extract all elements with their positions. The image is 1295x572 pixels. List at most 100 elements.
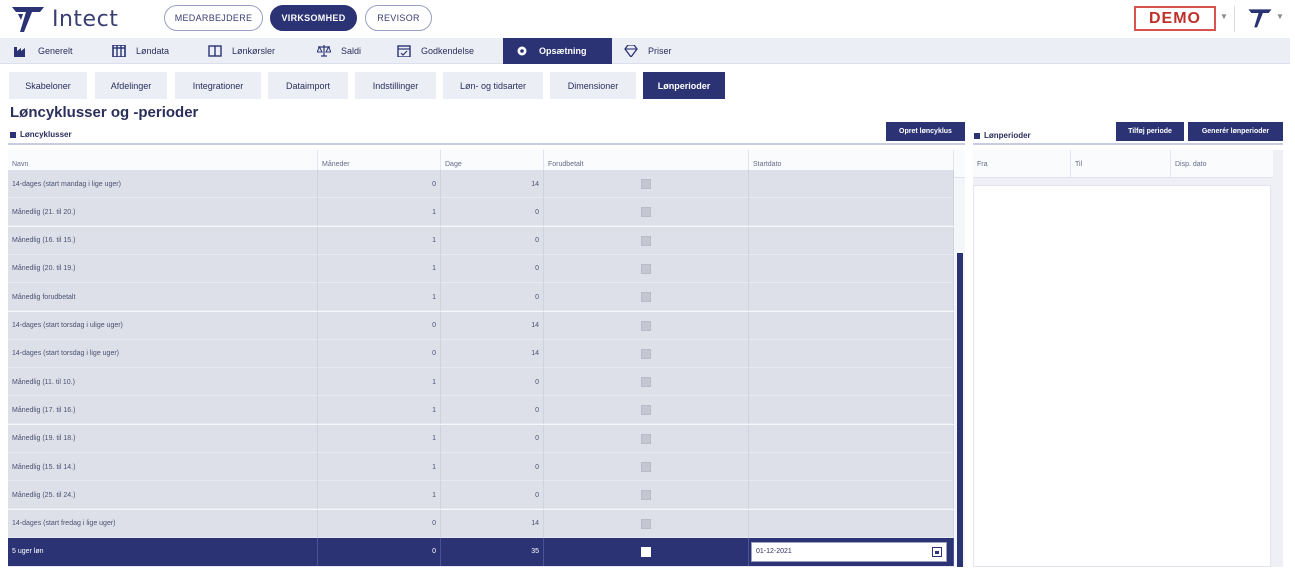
table-row[interactable]: 14-dages (start torsdag i ulige uger) 0 14: [8, 311, 954, 340]
column-header-disp-dato[interactable]: Disp. dato: [1171, 150, 1273, 178]
prepaid-checkbox[interactable]: [641, 405, 651, 416]
tab-loen-og-tidsarter[interactable]: Løn- og tidsarter: [443, 72, 543, 99]
cell-startdato[interactable]: [749, 311, 954, 340]
cell-forudbetalt[interactable]: [544, 339, 749, 368]
cell-dage[interactable]: 0: [441, 368, 544, 397]
table-row-selected[interactable]: 5 uger løn 0 35 01-12-2021: [8, 537, 954, 567]
cell-navn[interactable]: Månedlig (20. til 19.): [8, 254, 318, 283]
cell-startdato[interactable]: [749, 396, 954, 425]
cell-forudbetalt[interactable]: [544, 481, 749, 510]
prepaid-checkbox[interactable]: [641, 377, 651, 388]
nav-generelt[interactable]: Generelt: [14, 38, 73, 64]
prepaid-checkbox[interactable]: [641, 518, 651, 529]
cell-dage[interactable]: 0: [441, 396, 544, 425]
cell-navn[interactable]: 14-dages (start fredag i lige uger): [8, 509, 318, 538]
nav-saldi[interactable]: Saldi: [317, 38, 361, 64]
table-row[interactable]: Månedlig (11. til 10.) 1 0: [8, 368, 954, 397]
cell-forudbetalt[interactable]: [544, 198, 749, 227]
cell-navn[interactable]: Månedlig (17. til 16.): [8, 396, 318, 425]
cell-navn[interactable]: Månedlig (11. til 10.): [8, 368, 318, 397]
cell-maaneder[interactable]: 1: [318, 198, 441, 227]
table-row[interactable]: Månedlig (20. til 19.) 1 0: [8, 254, 954, 283]
cell-navn[interactable]: Månedlig forudbetalt: [8, 283, 318, 312]
cell-startdato[interactable]: [749, 198, 954, 227]
cell-navn[interactable]: Månedlig (25. til 24.): [8, 481, 318, 510]
nav-loendata[interactable]: Løndata: [112, 38, 169, 64]
role-revisor-button[interactable]: REVISOR: [365, 5, 432, 31]
prepaid-checkbox[interactable]: [641, 433, 651, 444]
cell-startdato[interactable]: [749, 481, 954, 510]
cell-forudbetalt[interactable]: [544, 226, 749, 255]
tab-dataimport[interactable]: Dataimport: [268, 72, 348, 99]
prepaid-checkbox[interactable]: [641, 292, 651, 303]
grid-scrollbar[interactable]: [957, 253, 963, 567]
cell-navn[interactable]: Månedlig (15. til 14.): [8, 453, 318, 481]
cell-dage[interactable]: 14: [441, 170, 544, 198]
tab-dimensioner[interactable]: Dimensioner: [550, 72, 636, 99]
user-menu-chevron-icon[interactable]: ▼: [1276, 12, 1284, 21]
cell-startdato[interactable]: [749, 368, 954, 397]
demo-badge[interactable]: DEMO: [1134, 6, 1216, 31]
cell-startdato[interactable]: [749, 226, 954, 255]
cell-dage[interactable]: 14: [441, 311, 544, 340]
cell-startdato[interactable]: [749, 170, 954, 198]
cell-navn[interactable]: 14-dages (start mandag i lige uger): [8, 170, 318, 198]
cell-forudbetalt[interactable]: [544, 283, 749, 312]
cell-startdato[interactable]: [749, 509, 954, 538]
cell-maaneder[interactable]: 1: [318, 424, 441, 453]
app-logo[interactable]: Intect: [10, 4, 118, 34]
cell-forudbetalt[interactable]: [544, 254, 749, 283]
cell-dage[interactable]: 14: [441, 339, 544, 368]
cell-dage[interactable]: 0: [441, 198, 544, 227]
cell-navn[interactable]: 14-dages (start torsdag i lige uger): [8, 339, 318, 368]
cell-startdato[interactable]: [749, 339, 954, 368]
cell-maaneder[interactable]: 0: [318, 170, 441, 198]
chevron-down-icon[interactable]: ▼: [1220, 12, 1228, 21]
cell-maaneder[interactable]: 1: [318, 481, 441, 510]
table-row[interactable]: Månedlig (25. til 24.) 1 0: [8, 481, 954, 510]
tab-integrationer[interactable]: Integrationer: [175, 72, 261, 99]
cell-navn[interactable]: 5 uger løn: [8, 537, 318, 566]
generate-periods-button[interactable]: Generér lønperioder: [1188, 122, 1283, 141]
cell-maaneder[interactable]: 1: [318, 368, 441, 397]
cell-maaneder[interactable]: 0: [318, 339, 441, 368]
cell-dage[interactable]: 0: [441, 481, 544, 510]
start-date-input[interactable]: 01-12-2021: [751, 541, 947, 562]
cell-startdato[interactable]: [749, 453, 954, 481]
cell-forudbetalt[interactable]: [544, 509, 749, 538]
prepaid-checkbox[interactable]: [641, 263, 651, 274]
role-virksomhed-button[interactable]: VIRKSOMHED: [270, 5, 357, 31]
nav-loenkoersler[interactable]: Lønkørsler: [208, 38, 275, 64]
tab-skabeloner[interactable]: Skabeloner: [9, 72, 87, 99]
cell-forudbetalt[interactable]: [544, 368, 749, 397]
cell-forudbetalt[interactable]: [544, 311, 749, 340]
add-period-button[interactable]: Tilføj periode: [1116, 122, 1184, 141]
cell-maaneder[interactable]: 1: [318, 453, 441, 481]
prepaid-checkbox[interactable]: [641, 235, 651, 246]
table-row[interactable]: Månedlig (19. til 18.) 1 0: [8, 424, 954, 453]
cell-maaneder[interactable]: 1: [318, 283, 441, 312]
cell-navn[interactable]: Månedlig (19. til 18.): [8, 424, 318, 453]
cell-maaneder[interactable]: 0: [318, 509, 441, 538]
cell-dage[interactable]: 0: [441, 254, 544, 283]
cell-maaneder[interactable]: 1: [318, 226, 441, 255]
prepaid-checkbox[interactable]: [641, 179, 651, 189]
cell-dage[interactable]: 0: [441, 424, 544, 453]
column-header-fra[interactable]: Fra: [973, 150, 1071, 178]
cell-startdato[interactable]: 01-12-2021: [749, 537, 954, 566]
cell-maaneder[interactable]: 1: [318, 396, 441, 425]
tab-indstillinger[interactable]: Indstillinger: [355, 72, 436, 99]
cell-maaneder[interactable]: 1: [318, 254, 441, 283]
table-row[interactable]: Månedlig (15. til 14.) 1 0: [8, 453, 954, 481]
cell-forudbetalt[interactable]: [544, 424, 749, 453]
cell-maaneder[interactable]: 0: [318, 311, 441, 340]
cell-forudbetalt[interactable]: [544, 537, 749, 566]
role-medarbejdere-button[interactable]: MEDARBEJDERE: [164, 5, 263, 31]
prepaid-checkbox[interactable]: [641, 490, 651, 501]
nav-godkendelse[interactable]: Godkendelse: [397, 38, 474, 64]
cell-startdato[interactable]: [749, 283, 954, 312]
cell-dage[interactable]: 0: [441, 453, 544, 481]
cell-forudbetalt[interactable]: [544, 170, 749, 198]
table-row[interactable]: 14-dages (start torsdag i lige uger) 0 14: [8, 339, 954, 368]
prepaid-checkbox[interactable]: [641, 207, 651, 218]
